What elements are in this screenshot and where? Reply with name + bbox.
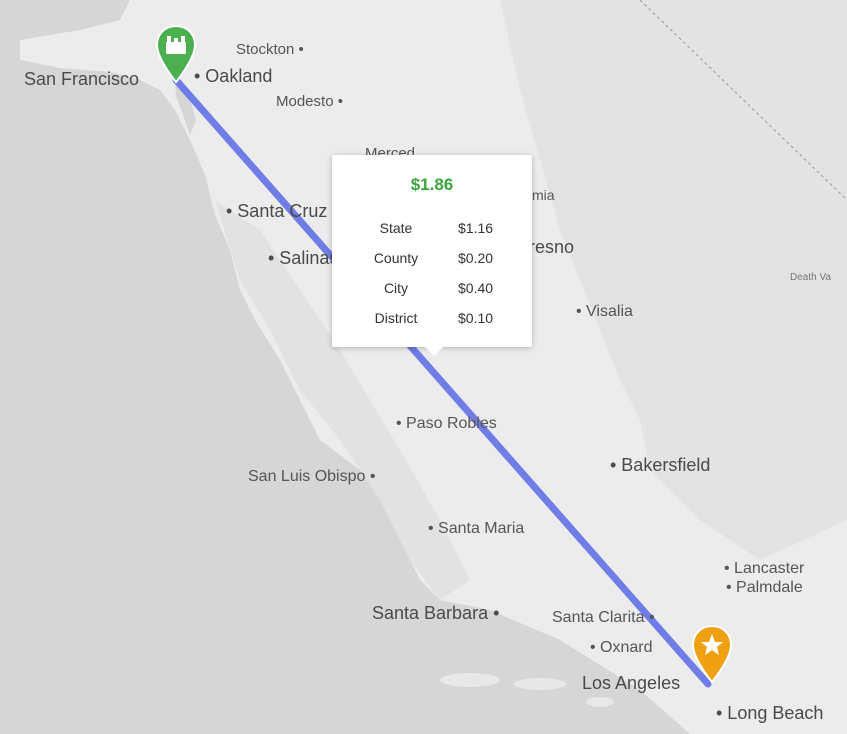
table-row: County $0.20 [356,243,508,273]
tooltip-arrow [425,347,443,356]
city-label-santa-cruz: • Santa Cruz [226,201,328,221]
city-label-visalia: • Visalia [576,303,633,320]
tax-value-county: $0.20 [458,250,494,266]
tax-tooltip: $1.86 State $1.16 County $0.20 City $0.4… [332,155,532,356]
city-label-paso-robles: • Paso Robles [396,415,497,432]
tax-label-state: State [379,220,413,236]
table-row: State $1.16 [356,213,508,243]
island [586,697,614,707]
tax-value-district: $0.10 [458,310,494,326]
city-label-san-luis-obispo: San Luis Obispo • [248,468,376,485]
city-label-stockton: Stockton • [236,41,304,58]
tax-value-state: $1.16 [458,220,494,236]
table-row: City $0.40 [356,273,508,303]
origin-marker[interactable] [154,24,198,86]
city-label-santa-barbara: Santa Barbara • [372,603,500,623]
tax-total: $1.86 [410,175,454,194]
city-label-mia: mia [532,187,555,203]
factory-icon [166,36,186,54]
tax-label-county: County [373,250,419,266]
city-label-modesto: Modesto • [276,93,343,110]
table-row: District $0.10 [356,303,508,333]
destination-marker[interactable] [690,624,734,686]
city-label-bakersfield: • Bakersfield [610,455,711,475]
tax-label-city: City [383,280,409,296]
island [514,678,566,690]
tax-label-district: District [374,310,418,326]
city-label-oxnard: • Oxnard [590,639,653,656]
city-label-oakland: • Oakland [194,66,273,86]
city-label-san-francisco: San Francisco [24,69,140,89]
city-label-santa-maria: • Santa Maria [428,520,525,537]
tax-value-city: $0.40 [458,280,494,296]
city-label-palmdale: • Palmdale [726,579,803,596]
city-label-salinas: • Salinas [268,248,339,268]
city-label-death-valley: Death Va [790,272,831,283]
city-label-los-angeles: Los Angeles [582,673,681,693]
island [440,673,500,687]
city-label-long-beach: • Long Beach [716,703,824,723]
city-label-santa-clarita: Santa Clarita • [552,609,655,626]
tax-breakdown-table: State $1.16 County $0.20 City $0.40 Dist… [356,213,508,333]
city-label-lancaster: • Lancaster [724,560,805,577]
